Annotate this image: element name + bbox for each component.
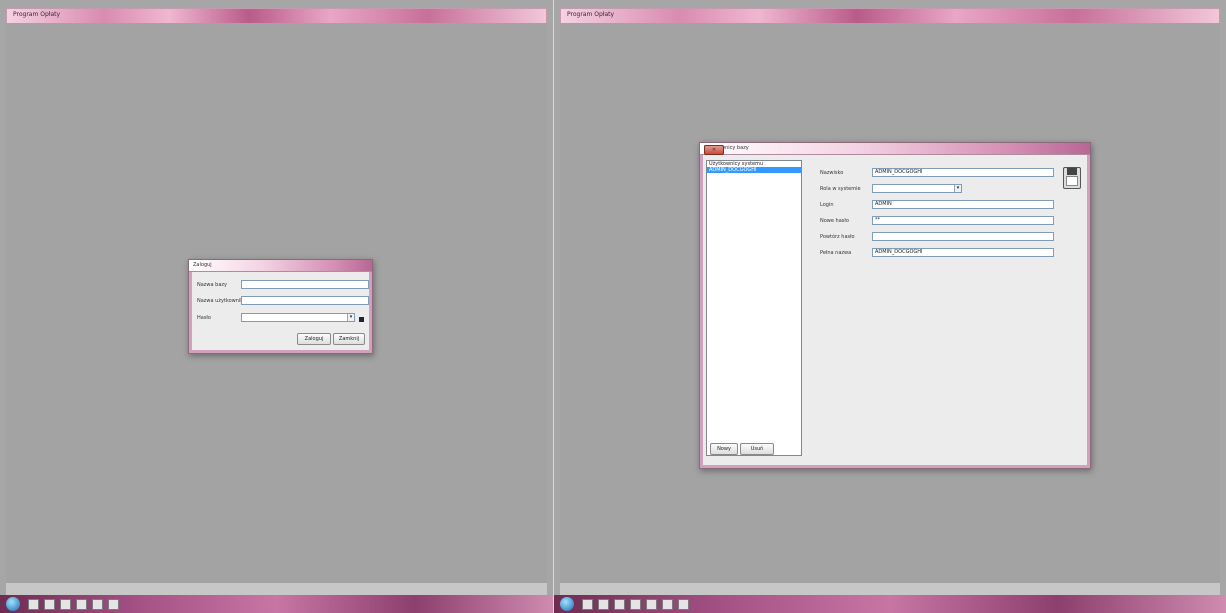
document-icon[interactable] [108, 599, 119, 610]
keyboard-icon[interactable] [359, 317, 364, 322]
login-button[interactable]: Zaloguj [297, 333, 331, 345]
taskbar [0, 595, 553, 613]
explorer-icon[interactable] [582, 599, 593, 610]
dialog-titlebar[interactable]: Zaloguj [189, 260, 372, 272]
list-item-selected[interactable]: ADMIN_DOCGOGHI [707, 167, 801, 173]
login-label: Login [820, 202, 834, 208]
status-bar [560, 583, 1220, 595]
settings-icon[interactable] [678, 599, 689, 610]
dropdown-arrow-icon[interactable]: ▾ [347, 314, 354, 321]
login-input[interactable]: ADMIN [872, 200, 1054, 209]
app-icon[interactable] [76, 599, 87, 610]
save-icon-shutter [1067, 168, 1077, 175]
app-titlebar[interactable]: Program Opłaty [560, 8, 1220, 24]
password-label: Hasło [197, 315, 211, 321]
username-label: Nazwa użytkownika [197, 298, 247, 304]
dropdown-arrow-icon[interactable]: ▾ [954, 185, 961, 192]
folder-icon[interactable] [646, 599, 657, 610]
close-button[interactable]: Zamknij [333, 333, 365, 345]
start-button-icon[interactable] [560, 597, 574, 611]
folder-icon[interactable] [92, 599, 103, 610]
new-password-label: Nowe hasło [820, 218, 849, 224]
taskbar [554, 595, 1226, 613]
login-dialog: Zaloguj Nazwa bazy Nazwa użytkownika Has… [188, 259, 373, 354]
repeat-password-input[interactable] [872, 232, 1054, 241]
start-button-icon[interactable] [6, 597, 20, 611]
full-name-label: Pełna nazwa [820, 250, 852, 256]
new-password-input[interactable]: ** [872, 216, 1054, 225]
username-input[interactable] [241, 296, 369, 305]
document-icon[interactable] [662, 599, 673, 610]
app-icon[interactable] [630, 599, 641, 610]
full-name-input[interactable]: ADMIN_DOCGOGHI [872, 248, 1054, 257]
browser-icon[interactable] [60, 599, 71, 610]
surname-label: Nazwisko [820, 170, 844, 176]
database-input[interactable] [241, 280, 369, 289]
database-label: Nazwa bazy [197, 282, 227, 288]
status-bar [6, 583, 547, 595]
save-icon-label [1066, 176, 1078, 186]
password-input[interactable]: ▾ [241, 313, 355, 322]
right-screen: Program Opłaty Użytkownicy bazy ✕ Użytko… [554, 0, 1226, 613]
surname-input[interactable]: ADMIN_DOCGOGHI [872, 168, 1054, 177]
delete-user-button[interactable]: Usuń [740, 443, 774, 455]
dialog-title: Zaloguj [193, 262, 212, 268]
dialog-titlebar[interactable]: Użytkownicy bazy ✕ [700, 143, 1090, 155]
media-icon[interactable] [598, 599, 609, 610]
users-dialog: Użytkownicy bazy ✕ Użytkownicy systemu A… [699, 142, 1091, 469]
app-titlebar[interactable]: Program Opłaty [6, 8, 547, 24]
explorer-icon[interactable] [28, 599, 39, 610]
left-screen: Program Opłaty Zaloguj Nazwa bazy Nazwa … [0, 0, 553, 613]
browser-icon[interactable] [614, 599, 625, 610]
role-select[interactable]: ▾ [872, 184, 962, 193]
media-icon[interactable] [44, 599, 55, 610]
role-label: Rola w systemie [820, 186, 861, 192]
save-icon[interactable] [1063, 167, 1081, 189]
app-title: Program Opłaty [13, 11, 61, 18]
close-icon[interactable]: ✕ [704, 145, 724, 155]
app-title: Program Opłaty [567, 11, 615, 18]
users-list[interactable]: Użytkownicy systemu ADMIN_DOCGOGHI [706, 160, 802, 456]
repeat-password-label: Powtórz hasło [820, 234, 855, 240]
new-user-button[interactable]: Nowy [710, 443, 738, 455]
